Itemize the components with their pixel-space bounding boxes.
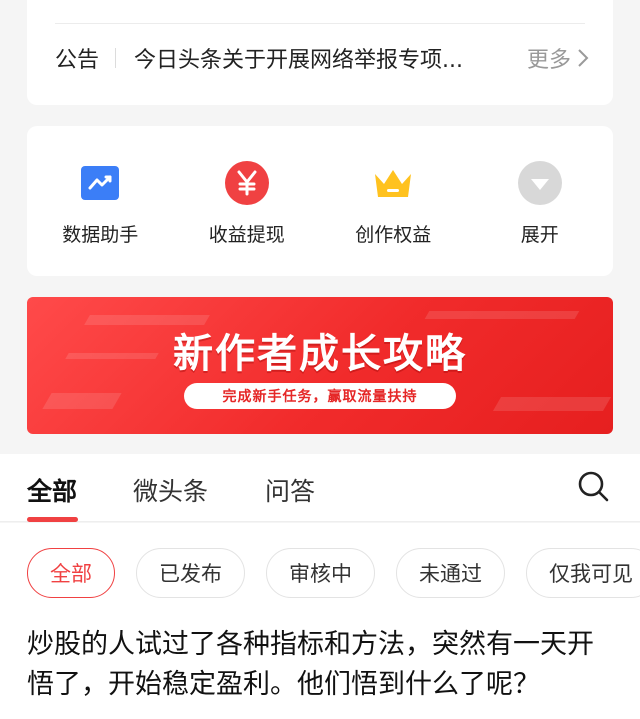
chart-trend-icon (77, 160, 123, 206)
banner-decoration (42, 393, 122, 409)
notice-text[interactable]: 今日头条关于开展网络举报专项... (134, 42, 515, 74)
content-list: 全部 已发布 审核中 未通过 仅我可见 炒股的人试过了各种指标和方法，突然有一天… (0, 523, 640, 719)
banner-title: 新作者成长攻略 (173, 331, 467, 377)
tab-micro-posts[interactable]: 微头条 (133, 472, 208, 508)
crown-icon (370, 160, 416, 206)
content-tabs: 全部 微头条 问答 (0, 454, 640, 522)
quick-action-creator-benefits[interactable]: 创作权益 (320, 126, 467, 276)
quick-actions-card: 数据助手 收益提现 创作权益 展开 (27, 126, 613, 276)
notice-row[interactable]: 公告 今日头条关于开展网络举报专项... 更多 (55, 40, 589, 76)
search-icon (578, 471, 609, 502)
article-title[interactable]: 炒股的人试过了各种指标和方法，突然有一天开悟了，开始稳定盈利。他们悟到什么了呢？ (27, 625, 617, 705)
quick-action-data-assistant[interactable]: 数据助手 (27, 126, 174, 276)
quick-action-label: 创作权益 (355, 224, 432, 246)
quick-action-withdraw[interactable]: 收益提现 (174, 126, 321, 276)
search-button[interactable] (577, 470, 609, 506)
banner-decoration (424, 311, 580, 319)
chevron-right-icon (578, 49, 589, 67)
banner-subtitle: 完成新手任务，赢取流量扶持 (184, 383, 456, 409)
filter-chip-published[interactable]: 已发布 (136, 548, 245, 598)
divider (115, 48, 117, 68)
yuan-icon (224, 160, 270, 206)
banner-decoration (492, 397, 612, 411)
promo-banner[interactable]: 新作者成长攻略 完成新手任务，赢取流量扶持 (27, 297, 613, 434)
tab-qa[interactable]: 问答 (265, 472, 315, 508)
filter-chips: 全部 已发布 审核中 未通过 仅我可见 (27, 548, 640, 598)
filter-chip-reviewing[interactable]: 审核中 (266, 548, 375, 598)
quick-action-label: 收益提现 (208, 224, 285, 246)
active-tab-indicator (27, 517, 78, 522)
tab-all[interactable]: 全部 (27, 472, 77, 508)
filter-chip-rejected[interactable]: 未通过 (396, 548, 505, 598)
notice-card: 公告 今日头条关于开展网络举报专项... 更多 (27, 0, 613, 105)
more-link[interactable]: 更多 (527, 42, 589, 74)
expand-down-icon (517, 160, 563, 206)
filter-chip-private[interactable]: 仅我可见 (526, 548, 640, 598)
filter-chip-all[interactable]: 全部 (27, 548, 115, 598)
notice-label: 公告 (55, 48, 100, 73)
quick-action-expand[interactable]: 展开 (467, 126, 614, 276)
quick-action-label: 数据助手 (62, 224, 139, 246)
divider (55, 23, 585, 24)
quick-action-label: 展开 (520, 224, 559, 246)
more-label: 更多 (526, 48, 571, 73)
